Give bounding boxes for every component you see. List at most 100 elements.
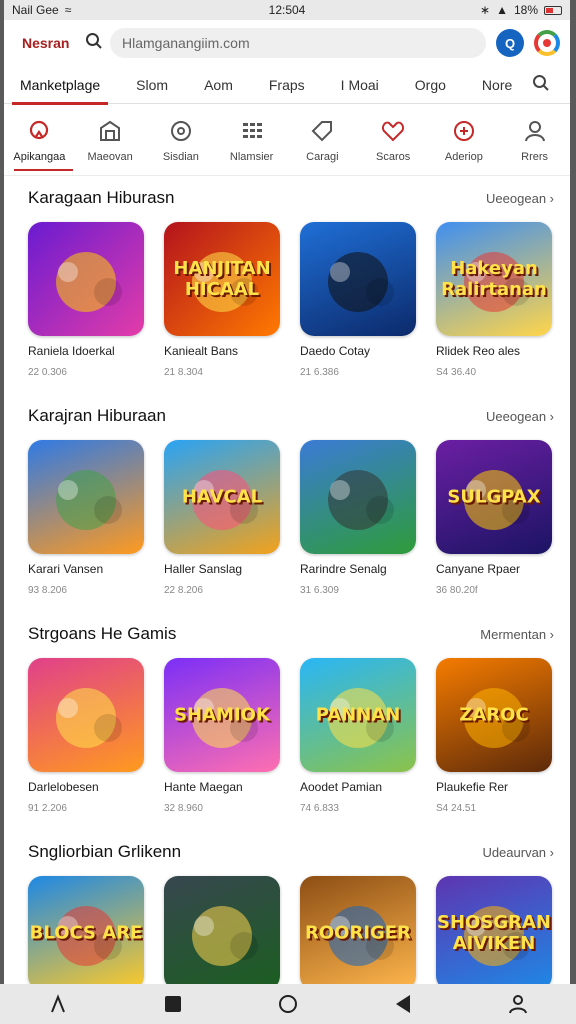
app-thumbnail[interactable]: ROORIGER (300, 876, 416, 990)
game-logo-text: SHOSGRAN AIVIKEN (437, 912, 551, 954)
category-label: Nlamsier (229, 150, 274, 163)
battery-percent: 18% (513, 3, 538, 17)
tab-6[interactable]: Nore (482, 66, 512, 104)
app-meta: 22 0.306 (28, 367, 67, 378)
search-icon[interactable] (532, 74, 550, 97)
search-bar (84, 27, 486, 59)
app-thumbnail[interactable]: SULGPAX (436, 440, 552, 554)
app-card[interactable]: ZAROC Plaukefie Rer S4 24.51 (436, 658, 554, 814)
google-account-icon[interactable] (534, 30, 560, 56)
app-thumbnail[interactable] (300, 440, 416, 554)
section-header: Karajran Hiburaan Ueeogean › (28, 398, 554, 434)
tab-5[interactable]: Orgo (415, 66, 446, 104)
category-1[interactable]: Maeovan (75, 104, 146, 175)
top-bar: Nesran Q (4, 20, 570, 66)
app-card[interactable]: HANJITAN HICAAL Kaniealt Bans 21 8.304 (164, 222, 282, 378)
category-label: Caragi (306, 150, 339, 163)
chevron-right-icon: › (546, 844, 554, 860)
app-thumbnail[interactable] (300, 222, 416, 336)
system-nav-bar (0, 984, 576, 1024)
app-name: Canyane Rpaer (436, 562, 521, 576)
app-name: Raniela Idoerkal (28, 344, 115, 358)
brand-label[interactable]: Nesran (22, 35, 74, 51)
category-5[interactable]: Scaros (358, 104, 429, 175)
app-meta: S4 36.40 (436, 367, 477, 378)
category-7[interactable]: Rrers (499, 104, 570, 175)
app-thumbnail[interactable]: SHOSGRAN AIVIKEN (436, 876, 552, 990)
see-more-link[interactable]: Ueeogean › (486, 409, 554, 424)
recents-button[interactable] (161, 992, 185, 1016)
category-6[interactable]: Aderiop (429, 104, 500, 175)
app-meta: 93 8.206 (28, 585, 67, 596)
carrier-label: Nail Gee (12, 3, 59, 17)
home-button[interactable] (276, 992, 300, 1016)
search-icon[interactable] (84, 32, 104, 55)
profile-avatar[interactable]: Q (496, 29, 524, 57)
category-label: Aderiop (444, 150, 483, 163)
app-card[interactable]: Hakeyan Ralirtanan Rlidek Reo ales S4 36.4… (436, 222, 554, 378)
app-thumbnail[interactable]: SHAMIOK (164, 658, 280, 772)
app-section: Karagaan Hiburasn Ueeogean › Raniela Idoer… (4, 180, 570, 378)
chevron-right-icon: › (546, 190, 554, 206)
game-logo-text: HANJITAN HICAAL (173, 258, 271, 300)
app-card[interactable]: Karari Vansen 93 8.206 (28, 440, 146, 596)
category-4[interactable]: Caragi (287, 104, 358, 175)
see-more-label: Ueeogean (486, 408, 547, 424)
see-more-link[interactable]: Mermentan › (480, 627, 554, 642)
search-input[interactable] (110, 28, 486, 58)
app-meta: 22 8.206 (164, 585, 203, 596)
app-meta: S4 24.51 (436, 803, 477, 814)
user-icon[interactable] (506, 992, 530, 1016)
app-thumbnail[interactable]: BLOCS ARE (28, 876, 144, 990)
app-thumbnail[interactable] (28, 658, 144, 772)
chevron-right-icon: › (546, 408, 554, 424)
wifi-icon: ≈ (64, 3, 72, 17)
app-thumbnail[interactable] (28, 440, 144, 554)
tab-3[interactable]: Fraps (269, 66, 305, 104)
tag-icon (308, 117, 336, 145)
app-thumbnail[interactable]: PANNAN (300, 658, 416, 772)
app-thumbnail[interactable]: HAVCAL (164, 440, 280, 554)
tab-2[interactable]: Aom (204, 66, 233, 104)
see-more-link[interactable]: Udeaurvan › (482, 845, 554, 860)
game-logo-text: PANNAN (315, 704, 401, 726)
app-card[interactable]: PANNAN Aoodet Pamian 74 6.833 (300, 658, 418, 814)
game-logo-text: HAVCAL (181, 486, 263, 508)
app-card[interactable]: SULGPAX Canyane Rpaer 36 80.20f (436, 440, 554, 596)
store-icon (96, 117, 124, 145)
tab-1[interactable]: Slom (136, 66, 168, 104)
app-thumbnail[interactable]: HANJITAN HICAAL (164, 222, 280, 336)
section-header: Karagaan Hiburasn Ueeogean › (28, 180, 554, 216)
category-2[interactable]: Sisdian (146, 104, 217, 175)
accessibility-icon[interactable] (46, 992, 70, 1016)
app-thumbnail[interactable]: Hakeyan Ralirtanan (436, 222, 552, 336)
app-thumbnail[interactable]: ZAROC (436, 658, 552, 772)
tab-0[interactable]: Manketplage (11, 66, 109, 105)
app-card[interactable]: HAVCAL Haller Sanslag 22 8.206 (164, 440, 282, 596)
game-art-icon (56, 252, 122, 312)
status-bar: Nail Gee ≈ 12:504 ∗ ▲ 18% (4, 0, 570, 20)
category-label: Maeovan (87, 150, 133, 163)
see-more-label: Ueeogean (486, 190, 547, 206)
see-more-link[interactable]: Ueeogean › (486, 191, 554, 206)
tab-bar: Manketplage Slom Aom Fraps I Moai Orgo Nore (4, 66, 570, 105)
tab-4[interactable]: I Moai (341, 66, 379, 104)
chevron-right-icon: › (546, 626, 554, 642)
category-0[interactable]: Apikangaa (4, 104, 75, 175)
game-art-icon (328, 252, 394, 312)
app-card[interactable]: SHAMIOK Hante Maegan 32 8.960 (164, 658, 282, 814)
back-button[interactable] (391, 992, 415, 1016)
category-label: Apikangaa (13, 150, 66, 163)
app-card[interactable]: Raniela Idoerkal 22 0.306 (28, 222, 146, 378)
app-section: Strgoans He Gamis Mermentan › Darlelobesen… (4, 616, 570, 814)
category-3[interactable]: Nlamsier (216, 104, 287, 175)
app-card[interactable]: Rarindre Senalg 31 6.309 (300, 440, 418, 596)
see-more-label: Mermentan (480, 626, 547, 642)
app-thumbnail[interactable] (28, 222, 144, 336)
user-icon (521, 117, 549, 145)
app-thumbnail[interactable] (164, 876, 280, 990)
app-name: Haller Sanslag (164, 562, 243, 576)
app-card[interactable]: Darlelobesen 91 2.206 (28, 658, 146, 814)
game-logo-text: BLOCS ARE (29, 922, 143, 944)
app-card[interactable]: Daedo Cotay 21 6.386 (300, 222, 418, 378)
